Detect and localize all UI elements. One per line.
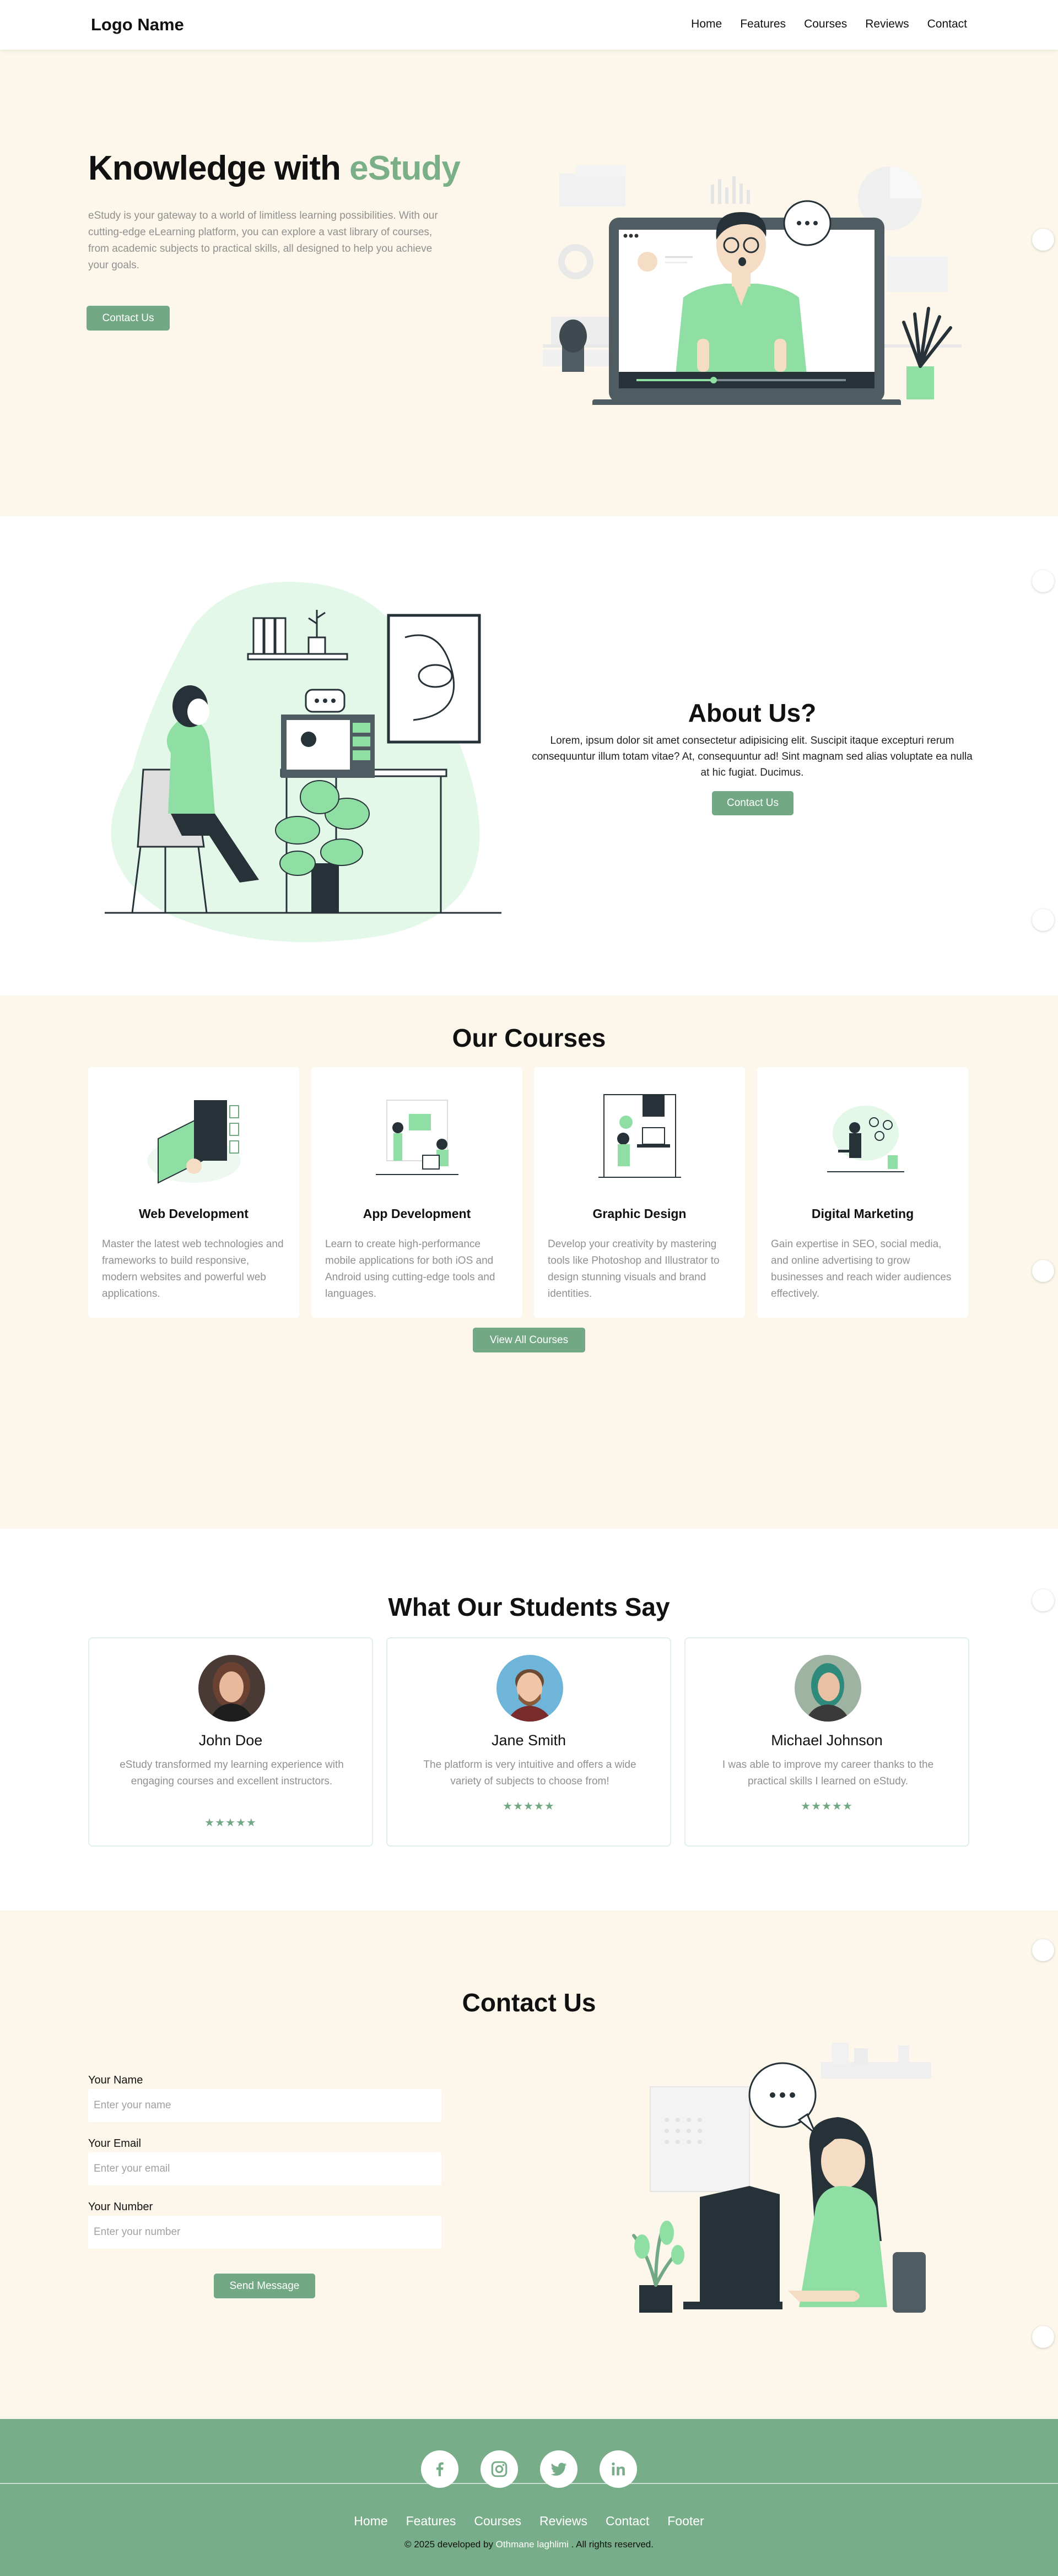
footer-link-footer[interactable]: Footer <box>667 2514 704 2529</box>
student-desk-illustration <box>105 582 501 943</box>
accessibility-icon[interactable] <box>1032 229 1054 251</box>
hero-section: Knowledge with eStudy eStudy is your gat… <box>0 50 1058 516</box>
number-field[interactable] <box>88 2216 441 2249</box>
courses-title: Our Courses <box>452 1024 606 1052</box>
testimonial-name: Michael Johnson <box>771 1732 883 1749</box>
copyright: © 2025 developed by Othmane laghlimi . A… <box>404 2539 654 2550</box>
name-field[interactable] <box>88 2089 441 2122</box>
laptop-video-call-illustration <box>543 165 962 405</box>
hero-description: eStudy is your gateway to a world of lim… <box>88 210 438 271</box>
avatar <box>198 1655 265 1722</box>
name-label: Your Name <box>88 2074 143 2086</box>
linkedin-icon[interactable] <box>600 2450 637 2488</box>
avatar <box>496 1655 563 1722</box>
nav-link-courses[interactable]: Courses <box>804 18 847 31</box>
course-description: Master the latest web technologies and f… <box>102 1238 284 1300</box>
facebook-icon[interactable] <box>421 2450 458 2488</box>
number-label: Your Number <box>88 2201 153 2213</box>
nav-link-features[interactable]: Features <box>740 18 786 31</box>
footer-link-features[interactable]: Features <box>406 2514 456 2529</box>
course-name: Digital Marketing <box>811 1206 914 1221</box>
testimonial-name: Jane Smith <box>491 1732 566 1749</box>
course-name: App Development <box>363 1206 471 1221</box>
accessibility-icon[interactable] <box>1032 570 1054 592</box>
course-description: Develop your creativity by mastering too… <box>548 1238 720 1300</box>
testimonials-section: What Our Students Say John Doe eStudy tr… <box>0 1529 1058 1911</box>
hero-title-accent: eStudy <box>349 149 461 187</box>
course-description: Learn to create high-performance mobile … <box>325 1238 495 1300</box>
view-all-courses-button[interactable]: View All Courses <box>473 1328 585 1352</box>
accessibility-icon[interactable] <box>1032 2326 1054 2348</box>
author-link[interactable]: Othmane laghlimi <box>496 2539 569 2550</box>
twitter-icon[interactable] <box>540 2450 577 2488</box>
testimonial-card: Michael Johnson I was able to improve my… <box>684 1637 969 1847</box>
testimonials-title: What Our Students Say <box>388 1593 670 1621</box>
course-card[interactable]: Graphic Design Develop your creativity b… <box>534 1067 745 1318</box>
accessibility-icon[interactable] <box>1032 1260 1054 1282</box>
support-agent-illustration <box>632 2043 931 2313</box>
send-message-button[interactable]: Send Message <box>214 2274 315 2298</box>
course-name: Web Development <box>139 1206 249 1221</box>
hero-contact-button[interactable]: Contact Us <box>87 306 170 331</box>
contact-section: Contact Us Your Name Your Email Your Num… <box>0 1911 1058 2419</box>
accessibility-icon[interactable] <box>1032 1939 1054 1961</box>
instagram-icon[interactable] <box>481 2450 518 2488</box>
nav-link-reviews[interactable]: Reviews <box>865 18 909 31</box>
testimonial-text: The platform is very intuitive and offer… <box>423 1759 636 1787</box>
graphic-design-illustration <box>598 1094 681 1178</box>
accessibility-icon[interactable] <box>1032 1589 1054 1611</box>
rating-stars: ★★★★★ <box>503 1800 555 1812</box>
rating-stars: ★★★★★ <box>204 1817 257 1829</box>
social-links <box>0 2450 1058 2488</box>
accessibility-icon[interactable] <box>1032 909 1054 931</box>
testimonial-card: Jane Smith The platform is very intuitiv… <box>386 1637 671 1847</box>
course-card[interactable]: App Development Learn to create high-per… <box>311 1067 522 1318</box>
footer-divider <box>0 2483 1058 2484</box>
avatar <box>795 1655 861 1722</box>
testimonial-text: I was able to improve my career thanks t… <box>722 1759 934 1787</box>
course-description: Gain expertise in SEO, social media, and… <box>771 1238 952 1300</box>
testimonial-name: John Doe <box>198 1732 263 1749</box>
hero-title: Knowledge with eStudy <box>88 149 461 187</box>
footer: Home Features Courses Reviews Contact Fo… <box>0 2419 1058 2576</box>
courses-section: Our Courses Web Development Master the l… <box>0 995 1058 1529</box>
nav-links: Home Features Courses Reviews Contact <box>691 18 967 31</box>
navbar: Logo Name Home Features Courses Reviews … <box>0 0 1058 50</box>
nav-link-contact[interactable]: Contact <box>927 18 967 31</box>
email-field[interactable] <box>88 2152 441 2185</box>
footer-link-contact[interactable]: Contact <box>606 2514 649 2529</box>
digital-marketing-illustration <box>827 1106 904 1172</box>
course-card[interactable]: Digital Marketing Gain expertise in SEO,… <box>757 1067 968 1318</box>
email-label: Your Email <box>88 2137 141 2150</box>
testimonial-text: eStudy transformed my learning experienc… <box>120 1759 344 1787</box>
rating-stars: ★★★★★ <box>801 1800 853 1812</box>
about-title: About Us? <box>688 699 817 727</box>
course-card[interactable]: Web Development Master the latest web te… <box>88 1067 299 1318</box>
footer-link-home[interactable]: Home <box>354 2514 387 2529</box>
about-section: About Us? Lorem, ipsum dolor sit amet co… <box>0 516 1058 995</box>
app-development-illustration <box>376 1100 458 1175</box>
testimonial-card: John Doe eStudy transformed my learning … <box>88 1637 373 1847</box>
footer-links: Home Features Courses Reviews Contact Fo… <box>0 2514 1058 2529</box>
contact-title: Contact Us <box>462 1988 596 2017</box>
web-development-illustration <box>147 1100 241 1184</box>
about-text: Lorem, ipsum dolor sit amet consectetur … <box>532 735 973 778</box>
course-name: Graphic Design <box>592 1206 687 1221</box>
about-contact-button[interactable]: Contact Us <box>712 791 794 815</box>
logo[interactable]: Logo Name <box>91 15 184 35</box>
footer-link-reviews[interactable]: Reviews <box>539 2514 587 2529</box>
footer-link-courses[interactable]: Courses <box>474 2514 521 2529</box>
nav-link-home[interactable]: Home <box>691 18 722 31</box>
